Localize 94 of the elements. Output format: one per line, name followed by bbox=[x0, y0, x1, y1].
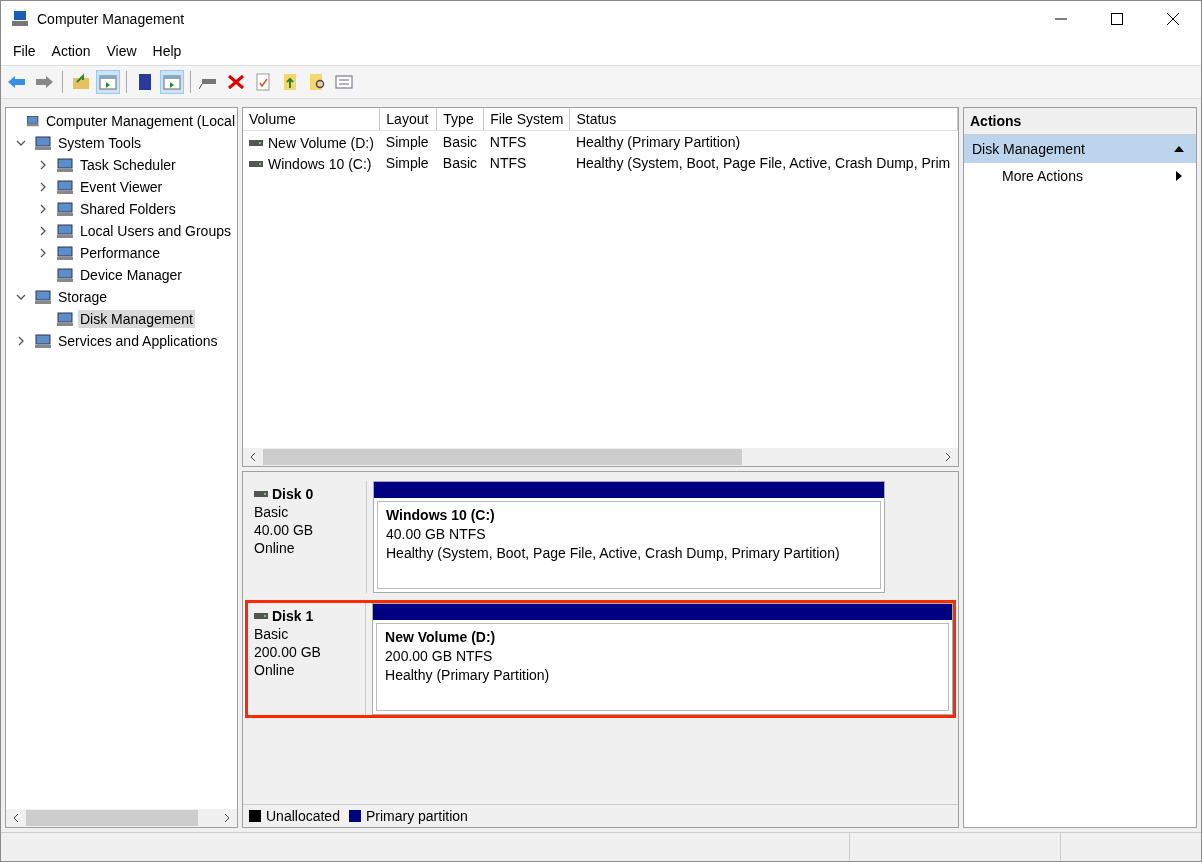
drive-icon bbox=[249, 139, 263, 146]
scroll-left-icon[interactable] bbox=[12, 813, 20, 823]
menu-item[interactable]: View bbox=[98, 43, 145, 59]
chevron-icon[interactable] bbox=[38, 160, 48, 170]
delete-icon bbox=[226, 73, 246, 91]
node-icon bbox=[34, 134, 52, 152]
tree-item[interactable]: Performance bbox=[78, 244, 163, 262]
node-icon bbox=[56, 178, 74, 196]
table-cell: NTFS bbox=[489, 154, 527, 171]
menu-item[interactable]: File bbox=[5, 43, 44, 59]
table-cell: Simple bbox=[385, 133, 429, 150]
disk-name: Disk 0 bbox=[272, 485, 314, 503]
node-icon bbox=[56, 200, 74, 218]
table-cell: Windows 10 (C:) bbox=[268, 155, 372, 172]
scroll-left-icon[interactable] bbox=[249, 452, 257, 462]
submenu-arrow-icon[interactable] bbox=[1176, 171, 1182, 181]
window-title: Computer Management bbox=[37, 11, 185, 27]
close-icon[interactable] bbox=[1167, 13, 1179, 25]
checklist-document-icon bbox=[253, 73, 273, 91]
table-cell: Basic bbox=[442, 133, 478, 150]
action-item[interactable]: More Actions bbox=[1002, 168, 1083, 184]
partition-name: New Volume (D:) bbox=[385, 628, 497, 647]
scrollbar-thumb[interactable] bbox=[26, 810, 198, 826]
forward-arrow-icon bbox=[34, 73, 54, 91]
tree-item[interactable]: Storage bbox=[56, 288, 110, 306]
chevron-icon[interactable] bbox=[16, 336, 26, 346]
partition-status: Healthy (System, Boot, Page File, Active, Crash Dump, Primary Partition) bbox=[386, 544, 841, 563]
node-icon bbox=[56, 222, 74, 240]
column-header[interactable]: Layout bbox=[379, 108, 437, 131]
node-icon bbox=[56, 310, 74, 328]
column-header[interactable]: Status bbox=[569, 108, 958, 131]
disk-name: Disk 1 bbox=[272, 607, 314, 625]
pane-icon bbox=[98, 73, 118, 91]
tree-item[interactable]: Shared Folders bbox=[78, 200, 178, 218]
partition-name: Windows 10 (C:) bbox=[386, 506, 496, 525]
menu-item[interactable]: Help bbox=[144, 43, 190, 59]
disk-size: 200.00 GB bbox=[254, 643, 322, 661]
scroll-right-icon[interactable] bbox=[223, 813, 231, 823]
maximize-icon[interactable] bbox=[1111, 13, 1123, 25]
disk-row[interactable]: Disk 0 Basic 40.00 GB Online Windows 10 (C:) 40.00 GB NTFS Healthy (System, Boot, Page File, Active, Crash Dump, Primary Partition) bbox=[245, 478, 956, 596]
column-header[interactable]: Type bbox=[436, 108, 484, 131]
table-cell: New Volume (D:) bbox=[268, 134, 374, 151]
tree-item[interactable]: Task Scheduler bbox=[78, 156, 178, 174]
partition-block[interactable]: New Volume (D:) 200.00 GB NTFS Healthy (Primary Partition) bbox=[372, 603, 953, 715]
node-icon bbox=[56, 266, 74, 284]
legend-label: Primary partition bbox=[365, 808, 468, 824]
chevron-icon[interactable] bbox=[16, 138, 26, 148]
tree-item[interactable]: Device Manager bbox=[78, 266, 184, 284]
pane-icon bbox=[162, 73, 182, 91]
node-icon bbox=[56, 156, 74, 174]
disk-row[interactable]: Disk 1 Basic 200.00 GB Online New Volume (D:) 200.00 GB NTFS Healthy (Primary Partition) bbox=[245, 600, 956, 718]
chevron-icon[interactable] bbox=[16, 292, 26, 302]
tree-item[interactable]: Event Viewer bbox=[78, 178, 165, 196]
actions-section[interactable]: Disk Management bbox=[964, 135, 1196, 163]
node-icon bbox=[56, 244, 74, 262]
node-icon bbox=[34, 288, 52, 306]
legend-label: Unallocated bbox=[266, 808, 340, 824]
node-icon bbox=[34, 332, 52, 350]
partition-size: 40.00 GB NTFS bbox=[386, 525, 487, 544]
computer-management-icon bbox=[11, 10, 29, 28]
list-icon bbox=[334, 73, 354, 91]
disk-type: Basic bbox=[254, 625, 290, 643]
tree-item[interactable]: Services and Applications bbox=[56, 332, 220, 350]
disk-size: 40.00 GB bbox=[254, 521, 315, 539]
table-cell: NTFS bbox=[489, 133, 527, 150]
chevron-icon[interactable] bbox=[38, 204, 48, 214]
chevron-icon[interactable] bbox=[38, 226, 48, 236]
disk-status: Online bbox=[254, 661, 296, 679]
folder-up-icon bbox=[71, 73, 91, 91]
tree-item[interactable]: Computer Management (Local bbox=[43, 112, 237, 130]
column-header[interactable]: Volume bbox=[243, 108, 380, 131]
table-cell: Healthy (System, Boot, Page File, Active, Crash Dump, Prim bbox=[575, 154, 951, 171]
partition-block[interactable]: Windows 10 (C:) 40.00 GB NTFS Healthy (System, Boot, Page File, Active, Crash Dump, Primary Partition) bbox=[373, 481, 885, 593]
tree-item[interactable]: Disk Management bbox=[78, 310, 195, 328]
menu-item[interactable]: Action bbox=[43, 43, 99, 59]
disk-status: Online bbox=[254, 539, 296, 557]
table-cell: Healthy (Primary Partition) bbox=[575, 133, 741, 150]
table-cell: Simple bbox=[385, 154, 429, 171]
actions-header: Actions bbox=[964, 108, 1196, 135]
tree-item[interactable]: Local Users and Groups bbox=[78, 222, 233, 240]
back-arrow-icon bbox=[7, 73, 27, 91]
scrollbar-thumb[interactable] bbox=[263, 449, 743, 465]
chevron-icon[interactable] bbox=[38, 182, 48, 192]
drive-icon bbox=[249, 160, 263, 167]
partition-size: 200.00 GB NTFS bbox=[385, 647, 494, 666]
scroll-right-icon[interactable] bbox=[944, 452, 952, 462]
table-cell: Basic bbox=[442, 154, 478, 171]
find-folder-icon bbox=[307, 73, 327, 91]
collapse-icon[interactable] bbox=[1174, 146, 1184, 152]
column-header[interactable]: File System bbox=[483, 108, 570, 131]
partition-status: Healthy (Primary Partition) bbox=[385, 666, 551, 685]
chevron-icon[interactable] bbox=[38, 248, 48, 258]
tree-item[interactable]: System Tools bbox=[56, 134, 143, 152]
disk-type: Basic bbox=[254, 503, 290, 521]
